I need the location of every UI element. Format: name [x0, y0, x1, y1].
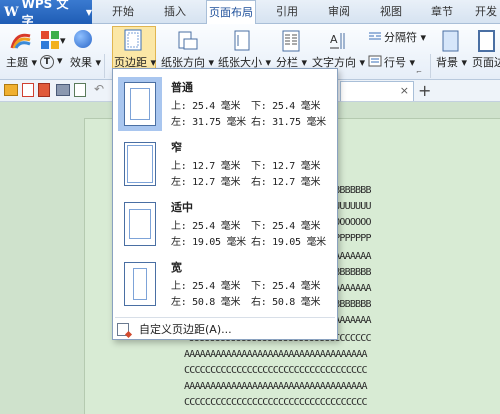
breaks-icon	[368, 30, 382, 45]
export-pdf-icon[interactable]	[38, 83, 50, 97]
svg-text:A: A	[330, 33, 338, 46]
open-folder-icon[interactable]	[4, 84, 18, 96]
document-line: AAAAAAAAAAAAAAAAAAAAAAAAAAAAAAAAAAA	[184, 349, 368, 360]
chevron-down-icon: ▾	[60, 34, 66, 47]
tab-view[interactable]: 视图	[372, 0, 410, 24]
ribbon-divider	[104, 54, 105, 78]
dialog-launcher-icon[interactable]: ⌐	[416, 68, 422, 76]
margin-top-value: 上: 25.4 毫米	[171, 281, 241, 292]
margin-bottom-value: 下: 25.4 毫米	[251, 281, 321, 292]
tab-home[interactable]: 开始	[104, 0, 142, 24]
margin-top-value: 上: 12.7 毫米	[171, 161, 241, 172]
undo-icon[interactable]: ↶	[94, 82, 104, 96]
print-icon[interactable]	[56, 84, 70, 96]
custom-margins-icon	[117, 322, 129, 336]
colors-icon[interactable]	[40, 30, 60, 53]
document-line: AAAAAAAAAAAAAAAAAAAAAAAAAAAAAAAAAAA	[184, 381, 368, 392]
margin-option-wide[interactable]: 宽 上: 25.4 毫米 下: 25.4 毫米 左: 50.8 毫米 右: 50…	[115, 253, 335, 315]
margin-left-value: 左: 50.8 毫米	[171, 297, 241, 308]
tab-references[interactable]: 引用	[268, 0, 306, 24]
margin-option-name: 窄	[171, 141, 182, 154]
page-border-icon	[478, 30, 496, 55]
effects-button[interactable]: 效果 ▾	[70, 54, 101, 70]
save-icon[interactable]	[22, 83, 34, 97]
theme-button[interactable]: 主题 ▾	[6, 54, 37, 70]
margin-right-value: 右: 50.8 毫米	[251, 297, 321, 308]
tab-page-layout[interactable]: 页面布局	[206, 0, 256, 25]
margin-right-value: 右: 31.75 毫米	[251, 117, 326, 128]
close-icon[interactable]: ×	[400, 84, 409, 97]
page-margin-preview-icon	[124, 142, 156, 186]
document-tab[interactable]: ×	[340, 81, 414, 101]
margin-left-value: 左: 31.75 毫米	[171, 117, 246, 128]
paper-size-icon	[234, 30, 252, 55]
margin-option-moderate[interactable]: 适中 上: 25.4 毫米 下: 25.4 毫米 左: 19.05 毫米 右: …	[115, 193, 335, 255]
new-tab-icon[interactable]: +	[418, 81, 431, 100]
wps-logo-icon: W	[4, 4, 19, 20]
effects-icon	[74, 30, 92, 48]
margin-left-value: 左: 19.05 毫米	[171, 237, 246, 248]
ribbon-tab-bar: W WPS 文字 ▼ 开始 插入 页面布局 引用 审阅 视图 章节 开发	[0, 0, 500, 28]
app-menu-button[interactable]: W WPS 文字 ▼	[0, 0, 92, 28]
document-line: CCCCCCCCCCCCCCCCCCCCCCCCCCCCCCCCCCC	[184, 365, 368, 376]
page-margin-preview-icon	[124, 262, 156, 306]
theme-icon	[10, 30, 32, 55]
page-margins-icon	[124, 29, 142, 54]
line-numbers-icon	[368, 55, 382, 70]
margin-bottom-value: 下: 25.4 毫米	[251, 101, 321, 112]
orientation-icon	[178, 30, 198, 55]
tab-review[interactable]: 审阅	[320, 0, 358, 24]
page-background-icon	[442, 30, 460, 55]
page-margin-preview-icon	[124, 202, 156, 246]
margin-top-value: 上: 25.4 毫米	[171, 221, 241, 232]
chevron-down-icon: ▾	[57, 54, 63, 67]
margin-option-normal[interactable]: 普通 上: 25.4 毫米 下: 25.4 毫米 左: 31.75 毫米 右: …	[115, 73, 335, 135]
custom-margins-item[interactable]: 自定义页边距(A)...	[117, 320, 232, 338]
margin-bottom-value: 下: 25.4 毫米	[251, 221, 321, 232]
ribbon-divider	[430, 54, 431, 78]
margin-left-value: 左: 12.7 毫米	[171, 177, 241, 188]
margin-option-narrow[interactable]: 窄 上: 12.7 毫米 下: 12.7 毫米 左: 12.7 毫米 右: 12…	[115, 133, 335, 195]
line-numbers-button[interactable]: 行号 ▾	[384, 54, 415, 70]
margin-option-name: 宽	[171, 261, 182, 274]
columns-icon	[282, 30, 300, 55]
margin-right-value: 右: 19.05 毫米	[251, 237, 326, 248]
tab-developer[interactable]: 开发	[472, 0, 500, 24]
tab-insert[interactable]: 插入	[156, 0, 194, 24]
text-direction-icon: A	[328, 30, 348, 55]
margin-right-value: 右: 12.7 毫米	[251, 177, 321, 188]
tab-sections[interactable]: 章节	[423, 0, 461, 24]
custom-margins-label: 自定义页边距(A)...	[139, 323, 232, 336]
page-margin-preview-icon	[124, 82, 156, 126]
font-scheme-icon[interactable]: T	[40, 55, 54, 69]
margin-option-name: 适中	[171, 201, 193, 214]
background-button[interactable]: 背景 ▾	[436, 54, 467, 70]
breaks-button[interactable]: 分隔符 ▾	[384, 29, 426, 45]
margin-option-name: 普通	[171, 81, 193, 94]
menu-divider	[115, 317, 335, 318]
margin-bottom-value: 下: 12.7 毫米	[251, 161, 321, 172]
margins-dropdown-menu: 普通 上: 25.4 毫米 下: 25.4 毫米 左: 31.75 毫米 右: …	[112, 68, 338, 340]
chevron-down-icon: ▼	[85, 7, 92, 17]
page-border-button[interactable]: 页面边	[472, 54, 500, 70]
margin-top-value: 上: 25.4 毫米	[171, 101, 241, 112]
document-line: CCCCCCCCCCCCCCCCCCCCCCCCCCCCCCCCCCC	[184, 397, 368, 408]
print-preview-icon[interactable]	[74, 83, 86, 97]
